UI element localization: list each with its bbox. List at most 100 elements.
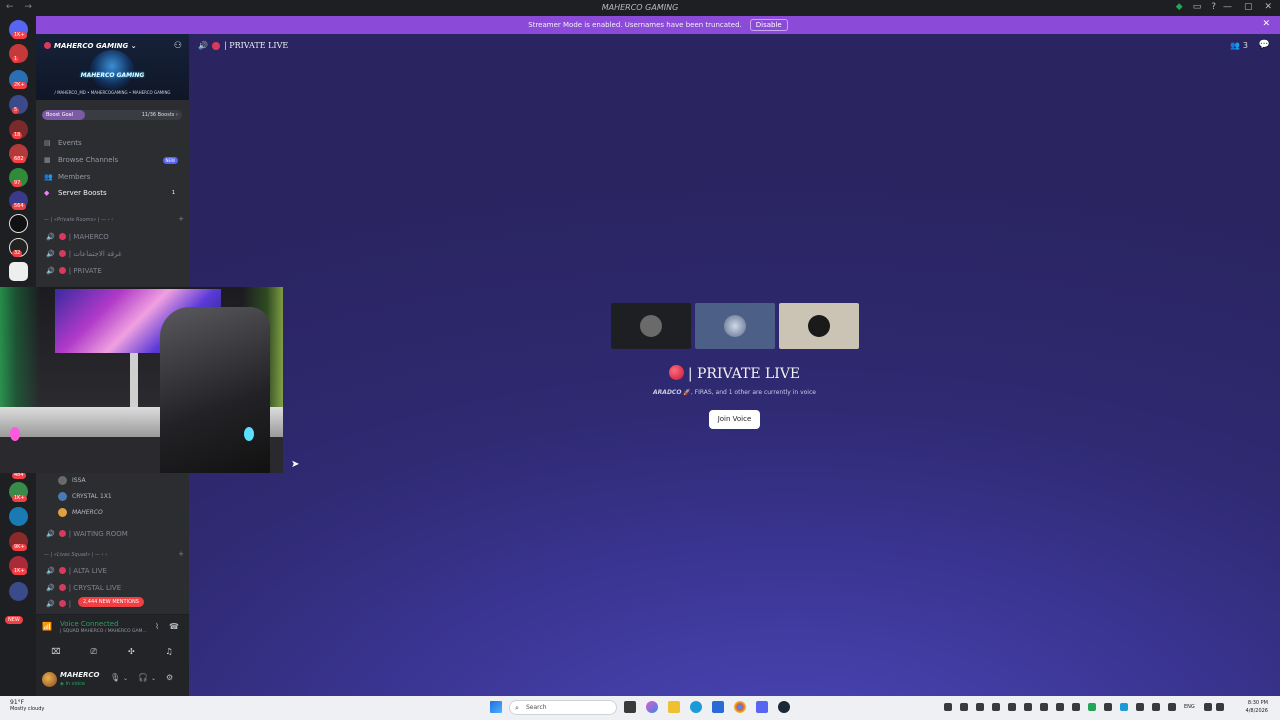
voice-user[interactable]: MAHERCO: [58, 506, 103, 518]
taskbar-search[interactable]: ⌕ Search: [509, 700, 617, 715]
tray-icon[interactable]: [1024, 703, 1032, 711]
voice-channel[interactable]: 🔊 | CRYSTAL LIVE: [46, 581, 184, 594]
tray-icon[interactable]: [1168, 703, 1176, 711]
headphones-icon[interactable]: 🎧: [138, 673, 148, 682]
server-icon[interactable]: [9, 582, 28, 601]
server-header[interactable]: MAHERCO GAMING / MAHERCO_MD • MAHERCOGAM…: [36, 34, 189, 100]
chrome-icon[interactable]: [734, 701, 746, 713]
close-window-icon[interactable]: ✕: [1264, 2, 1272, 12]
server-icon[interactable]: [9, 262, 28, 281]
tray-icon[interactable]: [944, 703, 952, 711]
tray-icon[interactable]: [1120, 703, 1128, 711]
server-icon[interactable]: [9, 214, 28, 233]
voice-channel[interactable]: 🔊 | غرفة الاجتماعات: [46, 247, 184, 260]
file-explorer-icon[interactable]: [668, 701, 680, 713]
store-icon[interactable]: [712, 701, 724, 713]
chat-bubble-icon[interactable]: 💬: [1259, 40, 1270, 50]
voice-user[interactable]: ISSA: [58, 474, 86, 486]
menu-members[interactable]: 👥 Members: [44, 170, 184, 184]
minimize-icon[interactable]: —: [1223, 2, 1232, 12]
nitro-icon[interactable]: ◆: [1176, 2, 1183, 12]
server-name-text: MAHERCO GAMING: [54, 42, 129, 50]
tray-icon[interactable]: [1040, 703, 1048, 711]
join-voice-button[interactable]: Join Voice: [709, 410, 760, 429]
voice-channel-waiting[interactable]: 🔊 | WAITING ROOM: [46, 527, 184, 540]
headphones-chevron-icon[interactable]: ⌄: [151, 675, 156, 682]
category-private-rooms[interactable]: — | «Private Rooms» | — ‹ ‹ +: [44, 215, 184, 223]
channel-dot-icon: [212, 42, 220, 50]
server-name[interactable]: MAHERCO GAMING ⌄: [44, 42, 137, 50]
tray-icon[interactable]: [1152, 703, 1160, 711]
menu-boosts-label: Server Boosts: [58, 189, 107, 197]
tray-icon[interactable]: [1056, 703, 1064, 711]
speaker-icon: 🔊: [46, 249, 55, 258]
signal-icon[interactable]: 📶: [42, 622, 52, 631]
boost-count-text: 11/36 Boosts: [141, 112, 175, 118]
add-channel-icon[interactable]: +: [178, 215, 184, 223]
camera-icon[interactable]: ⌧: [42, 645, 70, 659]
language-indicator[interactable]: ENG: [1184, 704, 1195, 710]
category-lives-squad[interactable]: — | «Lives Squad» | — ‹ ‹ +: [44, 550, 184, 558]
add-channel-icon[interactable]: +: [178, 550, 184, 558]
start-button-icon[interactable]: [490, 701, 502, 713]
voice-channel[interactable]: 🔊 | PRIVATE: [46, 264, 184, 277]
boost-goal-bar[interactable]: Boost Goal 11/36 Boosts ›: [42, 110, 182, 120]
activities-icon[interactable]: ✣: [117, 645, 145, 659]
screen-share-icon[interactable]: ⎚: [80, 645, 108, 659]
stream-popout[interactable]: [0, 287, 283, 473]
edge-icon[interactable]: [690, 701, 702, 713]
menu-browse-channels[interactable]: ▦ Browse Channels NEW: [44, 153, 184, 167]
maximize-icon[interactable]: ▢: [1244, 2, 1253, 12]
voice-channel[interactable]: 🔊 | MAHERCO: [46, 230, 184, 243]
tray-icon[interactable]: [1088, 703, 1096, 711]
voice-user[interactable]: CRYSTAL 1X1: [58, 490, 112, 502]
mouse-cursor-icon: ➤: [291, 459, 300, 470]
menu-members-label: Members: [58, 173, 91, 181]
voice-channel-path[interactable]: | SQUAD MAHERCO / MAHERCO GAM...: [60, 629, 147, 634]
help-icon[interactable]: ?: [1211, 2, 1216, 12]
tray-icon[interactable]: [960, 703, 968, 711]
menu-events[interactable]: ▤ Events: [44, 136, 184, 150]
new-mentions-pill[interactable]: 2,444 NEW MENTIONS: [78, 597, 144, 607]
noise-suppression-icon[interactable]: ⌇: [155, 622, 159, 631]
voice-connected-label[interactable]: Voice Connected: [60, 620, 119, 628]
participant-tile[interactable]: [695, 303, 775, 349]
disconnect-icon[interactable]: ☎: [169, 622, 179, 631]
participants-count[interactable]: 👥 3: [1230, 41, 1248, 50]
mic-icon[interactable]: 🎙: [110, 673, 120, 682]
banner-close-icon[interactable]: ✕: [1262, 19, 1270, 29]
voice-channel-label: | CRYSTAL LIVE: [68, 583, 122, 592]
task-view-icon[interactable]: [624, 701, 636, 713]
voice-channel-label: | PRIVATE: [68, 266, 102, 275]
server-badge: 18: [12, 132, 23, 139]
menu-server-boosts[interactable]: ◆ Server Boosts 1: [44, 186, 184, 200]
weather-widget[interactable]: 91°F Mostly cloudy: [10, 699, 44, 712]
copilot-icon[interactable]: [646, 701, 658, 713]
tray-icon[interactable]: [1072, 703, 1080, 711]
tray-icon[interactable]: [976, 703, 984, 711]
invite-icon[interactable]: ⚇: [174, 41, 182, 51]
tray-icon[interactable]: [992, 703, 1000, 711]
settings-gear-icon[interactable]: ⚙: [166, 673, 173, 682]
tray-icon[interactable]: [1104, 703, 1112, 711]
server-badge: 32: [12, 250, 23, 257]
participant-tile[interactable]: [611, 303, 691, 349]
discord-icon[interactable]: [756, 701, 768, 713]
rail-new-badge[interactable]: NEW: [5, 616, 23, 624]
participant-tile[interactable]: [779, 303, 859, 349]
server-badge: 2K+: [12, 82, 27, 89]
volume-icon[interactable]: [1216, 703, 1224, 711]
taskbar-clock[interactable]: 8:30 PM 4/8/2026: [1228, 699, 1268, 715]
tray-icon[interactable]: [1008, 703, 1016, 711]
steam-icon[interactable]: [778, 701, 790, 713]
user-name[interactable]: MAHERCO: [60, 671, 100, 679]
wifi-icon[interactable]: [1204, 703, 1212, 711]
user-avatar[interactable]: [42, 672, 57, 687]
disable-button[interactable]: Disable: [749, 19, 788, 31]
server-icon[interactable]: [9, 507, 28, 526]
voice-channel[interactable]: 🔊 | ALTA LIVE: [46, 564, 184, 577]
tray-icon[interactable]: [1136, 703, 1144, 711]
mic-chevron-icon[interactable]: ⌄: [123, 675, 128, 682]
soundboard-icon[interactable]: ♫: [155, 645, 183, 659]
inbox-icon[interactable]: ▭: [1193, 2, 1202, 12]
